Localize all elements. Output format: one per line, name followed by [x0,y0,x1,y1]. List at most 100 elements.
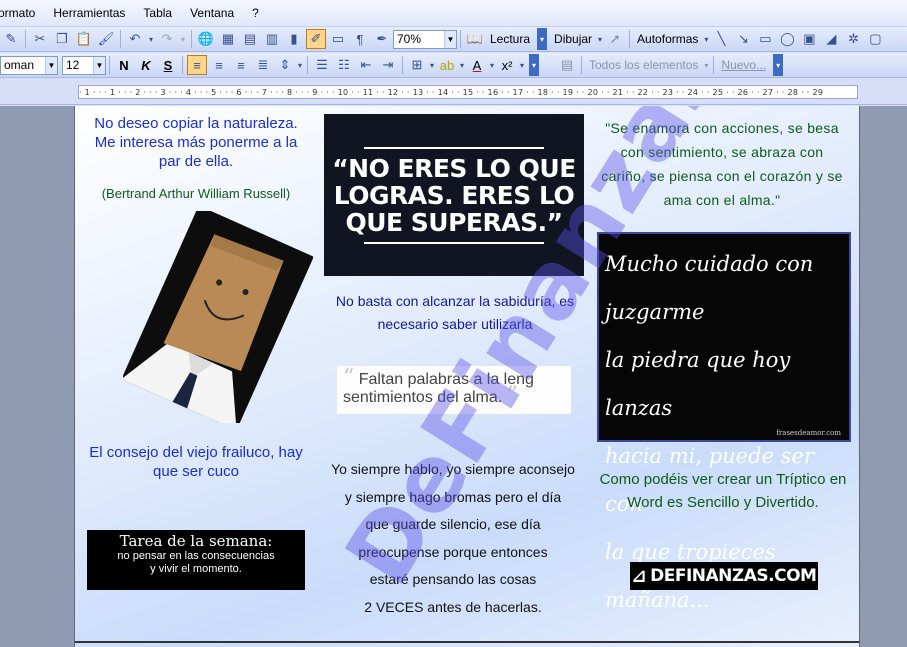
insert-table-icon[interactable]: ▤ [240,29,260,49]
toolbar-separator [191,30,192,48]
new-style-button[interactable]: Nuevo... [717,58,770,72]
toolbar-options-icon[interactable]: ▾ [537,28,548,50]
toolbar-options-icon[interactable]: ▾ [529,54,539,76]
consejo-text: El consejo del viejo frailuco, hay que s… [89,444,303,480]
hablo-line: y siempre hago bromas pero el día [344,488,562,505]
wordart-icon[interactable]: ◢ [821,29,841,49]
align-center-icon[interactable]: ≡ [209,55,229,75]
textbox-icon[interactable]: ▣ [799,29,819,49]
logo-text: DEFINANZAS.COM [650,566,817,586]
draw-menu-button[interactable]: Dibujar [550,32,596,46]
redo-icon[interactable]: ↷ [157,29,177,49]
ruler-scale[interactable]: · 1 · · · 1 · · · 2 · · · 3 · · · 4 · · … [78,85,858,99]
image-quote-text: “NO ERES LO QUE LOGRAS. ERES LO QUE SUPE… [332,153,576,237]
read-button[interactable]: Lectura [486,32,534,46]
read-icon: 📖 [466,31,484,46]
chevron-down-icon[interactable]: ▼ [93,56,105,74]
select-objects-icon[interactable]: ➚ [605,29,625,49]
board-line: Mucho cuidado con juzgarme [605,252,814,324]
page-bottom-border [75,641,859,643]
zoom-value: 70% [397,32,422,46]
hablo-line: estaré pensando las cosas [369,571,537,587]
hablo-line: que guarde silencio, ese día [365,516,541,532]
clipart-icon[interactable]: ▢ [865,29,885,49]
ink-icon[interactable]: ✒ [372,29,392,49]
draw-dropdown-icon: ▾ [598,34,603,44]
justify-icon[interactable]: ≣ [253,55,273,75]
tables-borders-icon[interactable]: ▦ [218,29,238,49]
menu-herramientas[interactable]: Herramientas [53,6,125,20]
columns-icon[interactable]: ▮ [284,29,304,49]
hyperlink-icon[interactable]: 🌐 [196,29,216,49]
align-right-icon[interactable]: ≡ [231,55,251,75]
russell-author: (Bertrand Arthur William Russell) [101,186,291,201]
formatting-toolbar: oman ▼ 12 ▼ N K S ≡ ≡ ≡ ≣ ⇕ ▾ ☰ ☷ ⇤ ⇥ ⊞ … [0,53,907,78]
faltan-palabras-image: “ Faltan palabras a la leng sentimientos… [337,366,571,414]
line-spacing-dropdown-icon[interactable]: ▾ [297,55,303,75]
underline-button[interactable]: S [158,55,178,75]
font-size-select[interactable]: 12 ▼ [62,55,106,75]
permission-icon[interactable]: ✎ [1,29,21,49]
border-dropdown-icon[interactable]: ▾ [429,55,435,75]
toolbar-separator [402,56,403,74]
styles-select[interactable]: Todos los elementos [585,58,702,72]
copy-icon[interactable]: ❐ [52,29,72,49]
format-painter-icon[interactable]: 🖌 [96,29,116,49]
hablo-line: preocupense porque entonces [358,543,548,560]
undo-icon[interactable]: ↶ [125,29,145,49]
document-page[interactable]: No deseo copiar la naturaleza. Me intere… [74,106,860,647]
document-map-icon[interactable]: ▭ [328,29,348,49]
border-icon[interactable]: ⊞ [407,55,427,75]
styles-pane-icon[interactable]: ▤ [557,55,577,75]
increase-indent-icon[interactable]: ⇥ [378,55,398,75]
line-icon[interactable]: ╲ [711,29,731,49]
highlight-icon[interactable]: ab [437,55,457,75]
show-hide-icon[interactable]: ¶ [350,29,370,49]
font-color-dropdown-icon[interactable]: ▾ [489,55,495,75]
font-name-value: oman [4,58,35,72]
enamora-quote: "Se enamora con acciones, se besa con se… [601,120,843,208]
tarea-line-1: no pensar en las consecuencias [117,550,275,562]
diagram-icon[interactable]: ✲ [843,29,863,49]
oval-icon[interactable]: ◯ [777,29,797,49]
chevron-down-icon[interactable]: ▼ [45,56,57,74]
paper-bag-head-photo [123,211,313,423]
italic-button[interactable]: K [136,55,156,75]
undo-dropdown-icon[interactable]: ▾ [147,29,155,49]
toolbar-options-icon[interactable]: ▾ [773,54,784,76]
bold-button[interactable]: N [114,55,134,75]
arrow-icon[interactable]: ↘ [733,29,753,49]
menu-ventana[interactable]: Ventana [190,6,234,20]
definanzas-logo-icon: ⊿ [631,565,647,587]
superscript-icon[interactable]: x² [497,55,517,75]
menu-tabla[interactable]: Tabla [143,6,172,20]
menu-help[interactable]: ? [252,6,259,20]
toolbar-separator [629,30,631,48]
menu-formato[interactable]: ormato [0,6,35,20]
drawing-icon[interactable]: ✐ [306,29,326,49]
faltan-line-2: sentimientos del alma. [343,389,503,406]
align-left-icon[interactable]: ≡ [187,55,207,75]
insert-excel-icon[interactable]: ▥ [262,29,282,49]
bullets-icon[interactable]: ☷ [334,55,354,75]
highlight-dropdown-icon[interactable]: ▾ [459,55,465,75]
toolbar-separator [307,56,308,74]
numbering-icon[interactable]: ☰ [312,55,332,75]
zoom-select[interactable]: 70% ▼ [393,29,457,49]
sabiduria-text: No basta con alcanzar la sabiduría, es n… [335,293,575,332]
toolbar-separator [713,56,715,74]
rectangle-icon[interactable]: ▭ [755,29,775,49]
line-spacing-icon[interactable]: ⇕ [275,55,295,75]
redo-dropdown-icon[interactable]: ▾ [179,29,187,49]
paste-icon[interactable]: 📋 [74,29,94,49]
tarea-box: Tarea de la semana: no pensar en las con… [87,530,305,590]
cut-icon[interactable]: ✂ [30,29,50,49]
chevron-down-icon[interactable]: ▼ [444,30,456,48]
autoshapes-button[interactable]: Autoformas [633,32,702,46]
font-color-icon[interactable]: A [467,55,487,75]
font-name-select[interactable]: oman ▼ [0,55,58,75]
hablo-line: 2 VECES antes de hacerlas. [364,598,542,615]
decrease-indent-icon[interactable]: ⇤ [356,55,376,75]
superscript-dropdown-icon[interactable]: ▾ [519,55,525,75]
toolbar-separator [25,30,26,48]
